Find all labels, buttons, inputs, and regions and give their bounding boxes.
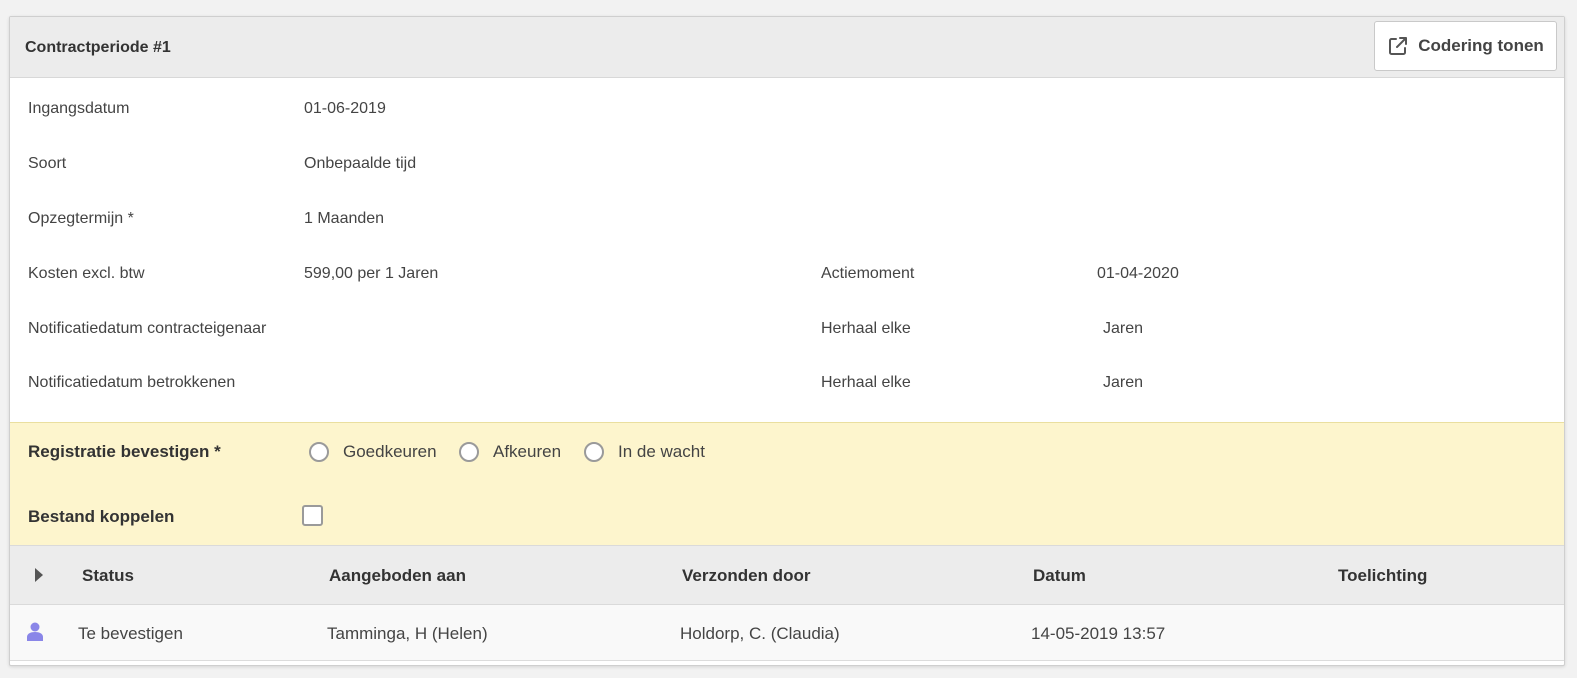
show-coding-label: Codering tonen bbox=[1418, 36, 1544, 55]
type-label: Soort bbox=[28, 155, 67, 172]
type-value: Onbepaalde tijd bbox=[304, 155, 417, 172]
panel-title: Contractperiode #1 bbox=[25, 39, 171, 56]
start-date-label: Ingangsdatum bbox=[28, 100, 130, 117]
attach-file-label: Bestand koppelen bbox=[28, 507, 175, 526]
radio-approve-label[interactable]: Goedkeuren bbox=[343, 442, 437, 462]
external-link-icon bbox=[1389, 37, 1408, 55]
confirmation-section: Registratie bevestigen * Goedkeuren Afke… bbox=[10, 422, 1564, 547]
row-offered-to: Tamminga, H (Helen) bbox=[327, 624, 488, 643]
col-sent-by[interactable]: Verzonden door bbox=[682, 566, 810, 586]
expand-arrow-icon[interactable] bbox=[35, 568, 43, 582]
confirm-registration-label: Registratie bevestigen * bbox=[28, 442, 221, 461]
repeat-involved-value: Jaren bbox=[1103, 374, 1144, 391]
radio-approve[interactable] bbox=[309, 442, 329, 462]
repeat-involved-label: Herhaal elke bbox=[821, 374, 911, 391]
radio-on-hold[interactable] bbox=[584, 442, 604, 462]
table-header: Status Aangeboden aan Verzonden door Dat… bbox=[10, 545, 1564, 605]
action-moment-value: 01-04-2020 bbox=[1097, 265, 1179, 282]
notification-owner-label: Notificatiedatum contracteigenaar bbox=[28, 320, 267, 337]
row-status: Te bevestigen bbox=[78, 624, 183, 643]
action-moment-label: Actiemoment bbox=[821, 265, 915, 282]
row-date: 14-05-2019 13:57 bbox=[1031, 624, 1166, 643]
radio-on-hold-label[interactable]: In de wacht bbox=[618, 442, 705, 462]
notice-period-value: 1 Maanden bbox=[304, 210, 385, 227]
attach-file-checkbox[interactable] bbox=[302, 505, 323, 526]
repeat-owner-value: Jaren bbox=[1103, 320, 1144, 337]
row-sent-by: Holdorp, C. (Claudia) bbox=[680, 624, 840, 643]
col-status[interactable]: Status bbox=[82, 566, 134, 586]
col-date[interactable]: Datum bbox=[1033, 566, 1086, 586]
notification-involved-label: Notificatiedatum betrokkenen bbox=[28, 374, 236, 391]
panel-header: Contractperiode #1 Codering tonen bbox=[10, 17, 1564, 78]
radio-reject-label[interactable]: Afkeuren bbox=[493, 442, 561, 462]
cost-label: Kosten excl. btw bbox=[28, 265, 145, 282]
col-note[interactable]: Toelichting bbox=[1338, 566, 1427, 586]
table-row[interactable]: Te bevestigen Tamminga, H (Helen) Holdor… bbox=[10, 605, 1564, 661]
col-offered-to[interactable]: Aangeboden aan bbox=[329, 566, 466, 586]
cost-value: 599,00 per 1 Jaren bbox=[304, 265, 439, 282]
repeat-owner-label: Herhaal elke bbox=[821, 320, 911, 337]
user-icon bbox=[27, 622, 43, 641]
radio-reject[interactable] bbox=[459, 442, 479, 462]
show-coding-button[interactable]: Codering tonen bbox=[1374, 21, 1557, 71]
contract-period-panel: Contractperiode #1 Codering tonen Ingang… bbox=[9, 16, 1565, 666]
notice-period-label: Opzegtermijn * bbox=[28, 210, 134, 227]
start-date-value: 01-06-2019 bbox=[304, 100, 386, 117]
